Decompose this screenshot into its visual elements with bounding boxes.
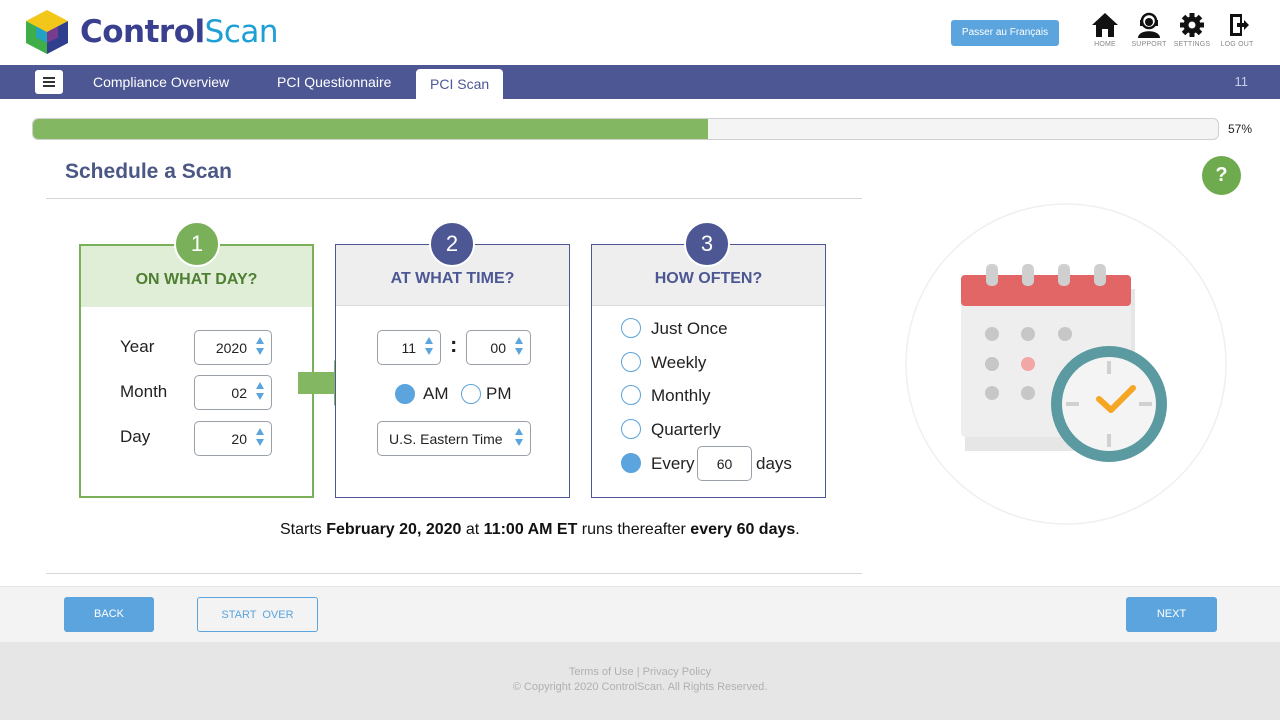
brand-name-part1: Control bbox=[80, 14, 205, 50]
cube-logo-icon bbox=[26, 10, 68, 54]
home-icon bbox=[1092, 13, 1118, 37]
year-label: Year bbox=[120, 337, 155, 356]
minute-down-icon[interactable] bbox=[515, 348, 523, 355]
tab-pci-scan[interactable]: PCI Scan bbox=[416, 69, 504, 99]
support-agent-icon bbox=[1138, 12, 1160, 38]
am-radio[interactable] bbox=[395, 384, 415, 404]
logout-button[interactable]: LOG OUT bbox=[1215, 12, 1259, 48]
day-label: Day bbox=[120, 427, 151, 446]
summary-mid1: at bbox=[461, 521, 484, 538]
month-up-icon[interactable] bbox=[256, 382, 264, 389]
summary-prefix: Starts bbox=[280, 521, 327, 538]
year-value: 2020 bbox=[215, 340, 247, 356]
support-label: SUPPORT bbox=[1131, 41, 1167, 48]
hour-down-icon[interactable] bbox=[425, 348, 433, 355]
timezone-up-icon bbox=[515, 428, 523, 435]
day-up-icon[interactable] bbox=[256, 428, 264, 435]
summary-divider bbox=[46, 573, 862, 574]
hour-value: 11 bbox=[401, 340, 416, 356]
summary-mid2: runs thereafter bbox=[577, 521, 691, 538]
next-button[interactable]: NEXT bbox=[1126, 597, 1217, 632]
title-divider bbox=[46, 198, 862, 199]
day-down-icon[interactable] bbox=[256, 439, 264, 446]
back-button[interactable]: BACK bbox=[64, 597, 154, 632]
hour-up-icon[interactable] bbox=[425, 337, 433, 344]
brand-name: ControlScan bbox=[80, 14, 279, 50]
gear-icon bbox=[1180, 13, 1204, 37]
copyright-text: © Copyright 2020 ControlScan. All Rights… bbox=[512, 681, 768, 693]
month-stepper[interactable]: 02 bbox=[194, 375, 272, 410]
minute-up-icon[interactable] bbox=[515, 337, 523, 344]
timezone-select[interactable]: U.S. Eastern Time bbox=[377, 421, 531, 456]
timezone-value: U.S. Eastern Time bbox=[389, 431, 503, 447]
summary-time: 11:00 AM ET bbox=[483, 521, 578, 538]
schedule-summary: Starts February 20, 2020 at 11:00 AM ET … bbox=[280, 521, 800, 539]
footer-links[interactable]: Terms of Use | Privacy Policy bbox=[0, 666, 1280, 678]
page-footer: Terms of Use | Privacy Policy © Copyrigh… bbox=[0, 642, 1280, 720]
logout-label: LOG OUT bbox=[1220, 41, 1254, 48]
month-down-icon[interactable] bbox=[256, 393, 264, 400]
progress-bar-fill bbox=[33, 119, 709, 139]
calendar-clock-illustration-icon bbox=[905, 203, 1227, 525]
page-number: 11 bbox=[1234, 74, 1249, 89]
year-down-icon[interactable] bbox=[256, 348, 264, 355]
step-2-badge: 2 bbox=[429, 221, 475, 267]
just-once-radio[interactable] bbox=[621, 318, 641, 338]
controlscan-logo[interactable]: ControlScan bbox=[26, 10, 279, 54]
logout-door-icon bbox=[1230, 14, 1249, 36]
every-label: Every bbox=[651, 454, 695, 473]
minute-stepper[interactable]: 00 bbox=[466, 330, 531, 365]
pm-label: PM bbox=[486, 384, 512, 403]
every-radio[interactable] bbox=[621, 453, 641, 473]
hour-stepper[interactable]: 11 bbox=[377, 330, 441, 365]
settings-button[interactable]: SETTINGS bbox=[1170, 12, 1214, 48]
every-days-input[interactable]: 60 bbox=[697, 446, 752, 481]
month-value: 02 bbox=[231, 385, 247, 401]
year-up-icon[interactable] bbox=[256, 337, 264, 344]
progress-bar bbox=[32, 118, 1219, 140]
step-1-badge: 1 bbox=[174, 221, 220, 267]
page-title: Schedule a Scan bbox=[65, 160, 232, 183]
timezone-down-icon bbox=[515, 439, 523, 446]
month-label: Month bbox=[120, 382, 168, 401]
home-button[interactable]: HOME bbox=[1083, 12, 1127, 48]
am-label: AM bbox=[423, 384, 449, 403]
brand-name-part2: Scan bbox=[204, 14, 279, 50]
pm-radio[interactable] bbox=[461, 384, 481, 404]
just-once-label: Just Once bbox=[651, 319, 728, 338]
days-label: days bbox=[756, 454, 792, 473]
monthly-label: Monthly bbox=[651, 386, 711, 405]
language-button[interactable]: Passer au Français bbox=[951, 20, 1059, 46]
minute-value: 00 bbox=[490, 340, 506, 356]
weekly-label: Weekly bbox=[651, 353, 707, 372]
header: ControlScan Passer au Français HOME SUPP… bbox=[0, 0, 1280, 65]
time-separator: : bbox=[450, 332, 458, 357]
summary-date: February 20, 2020 bbox=[326, 521, 462, 538]
every-days-value: 60 bbox=[716, 456, 733, 472]
hamburger-menu-icon[interactable] bbox=[35, 70, 63, 94]
start-over-button[interactable]: START OVER bbox=[197, 597, 318, 632]
support-button[interactable]: SUPPORT bbox=[1127, 12, 1171, 48]
summary-interval: every 60 days bbox=[690, 521, 796, 538]
weekly-radio[interactable] bbox=[621, 352, 641, 372]
summary-suffix: . bbox=[795, 521, 800, 538]
quarterly-label: Quarterly bbox=[651, 420, 721, 439]
time-card: AT WHAT TIME? bbox=[335, 244, 570, 498]
day-card: ON WHAT DAY? bbox=[79, 244, 314, 498]
settings-label: SETTINGS bbox=[1173, 41, 1211, 48]
day-stepper[interactable]: 20 bbox=[194, 421, 272, 456]
year-stepper[interactable]: 2020 bbox=[194, 330, 272, 365]
tab-pci-questionnaire[interactable]: PCI Questionnaire bbox=[277, 65, 391, 99]
day-value: 20 bbox=[231, 431, 247, 447]
home-label: HOME bbox=[1094, 41, 1116, 48]
main-nav: Compliance Overview PCI Questionnaire PC… bbox=[0, 65, 1280, 99]
action-bar: BACK START OVER NEXT bbox=[0, 586, 1280, 642]
progress-percent: 57% bbox=[1228, 122, 1253, 136]
step-3-badge: 3 bbox=[684, 221, 730, 267]
help-button[interactable]: ? bbox=[1202, 156, 1241, 195]
quarterly-radio[interactable] bbox=[621, 419, 641, 439]
tab-compliance-overview[interactable]: Compliance Overview bbox=[93, 65, 229, 99]
monthly-radio[interactable] bbox=[621, 385, 641, 405]
